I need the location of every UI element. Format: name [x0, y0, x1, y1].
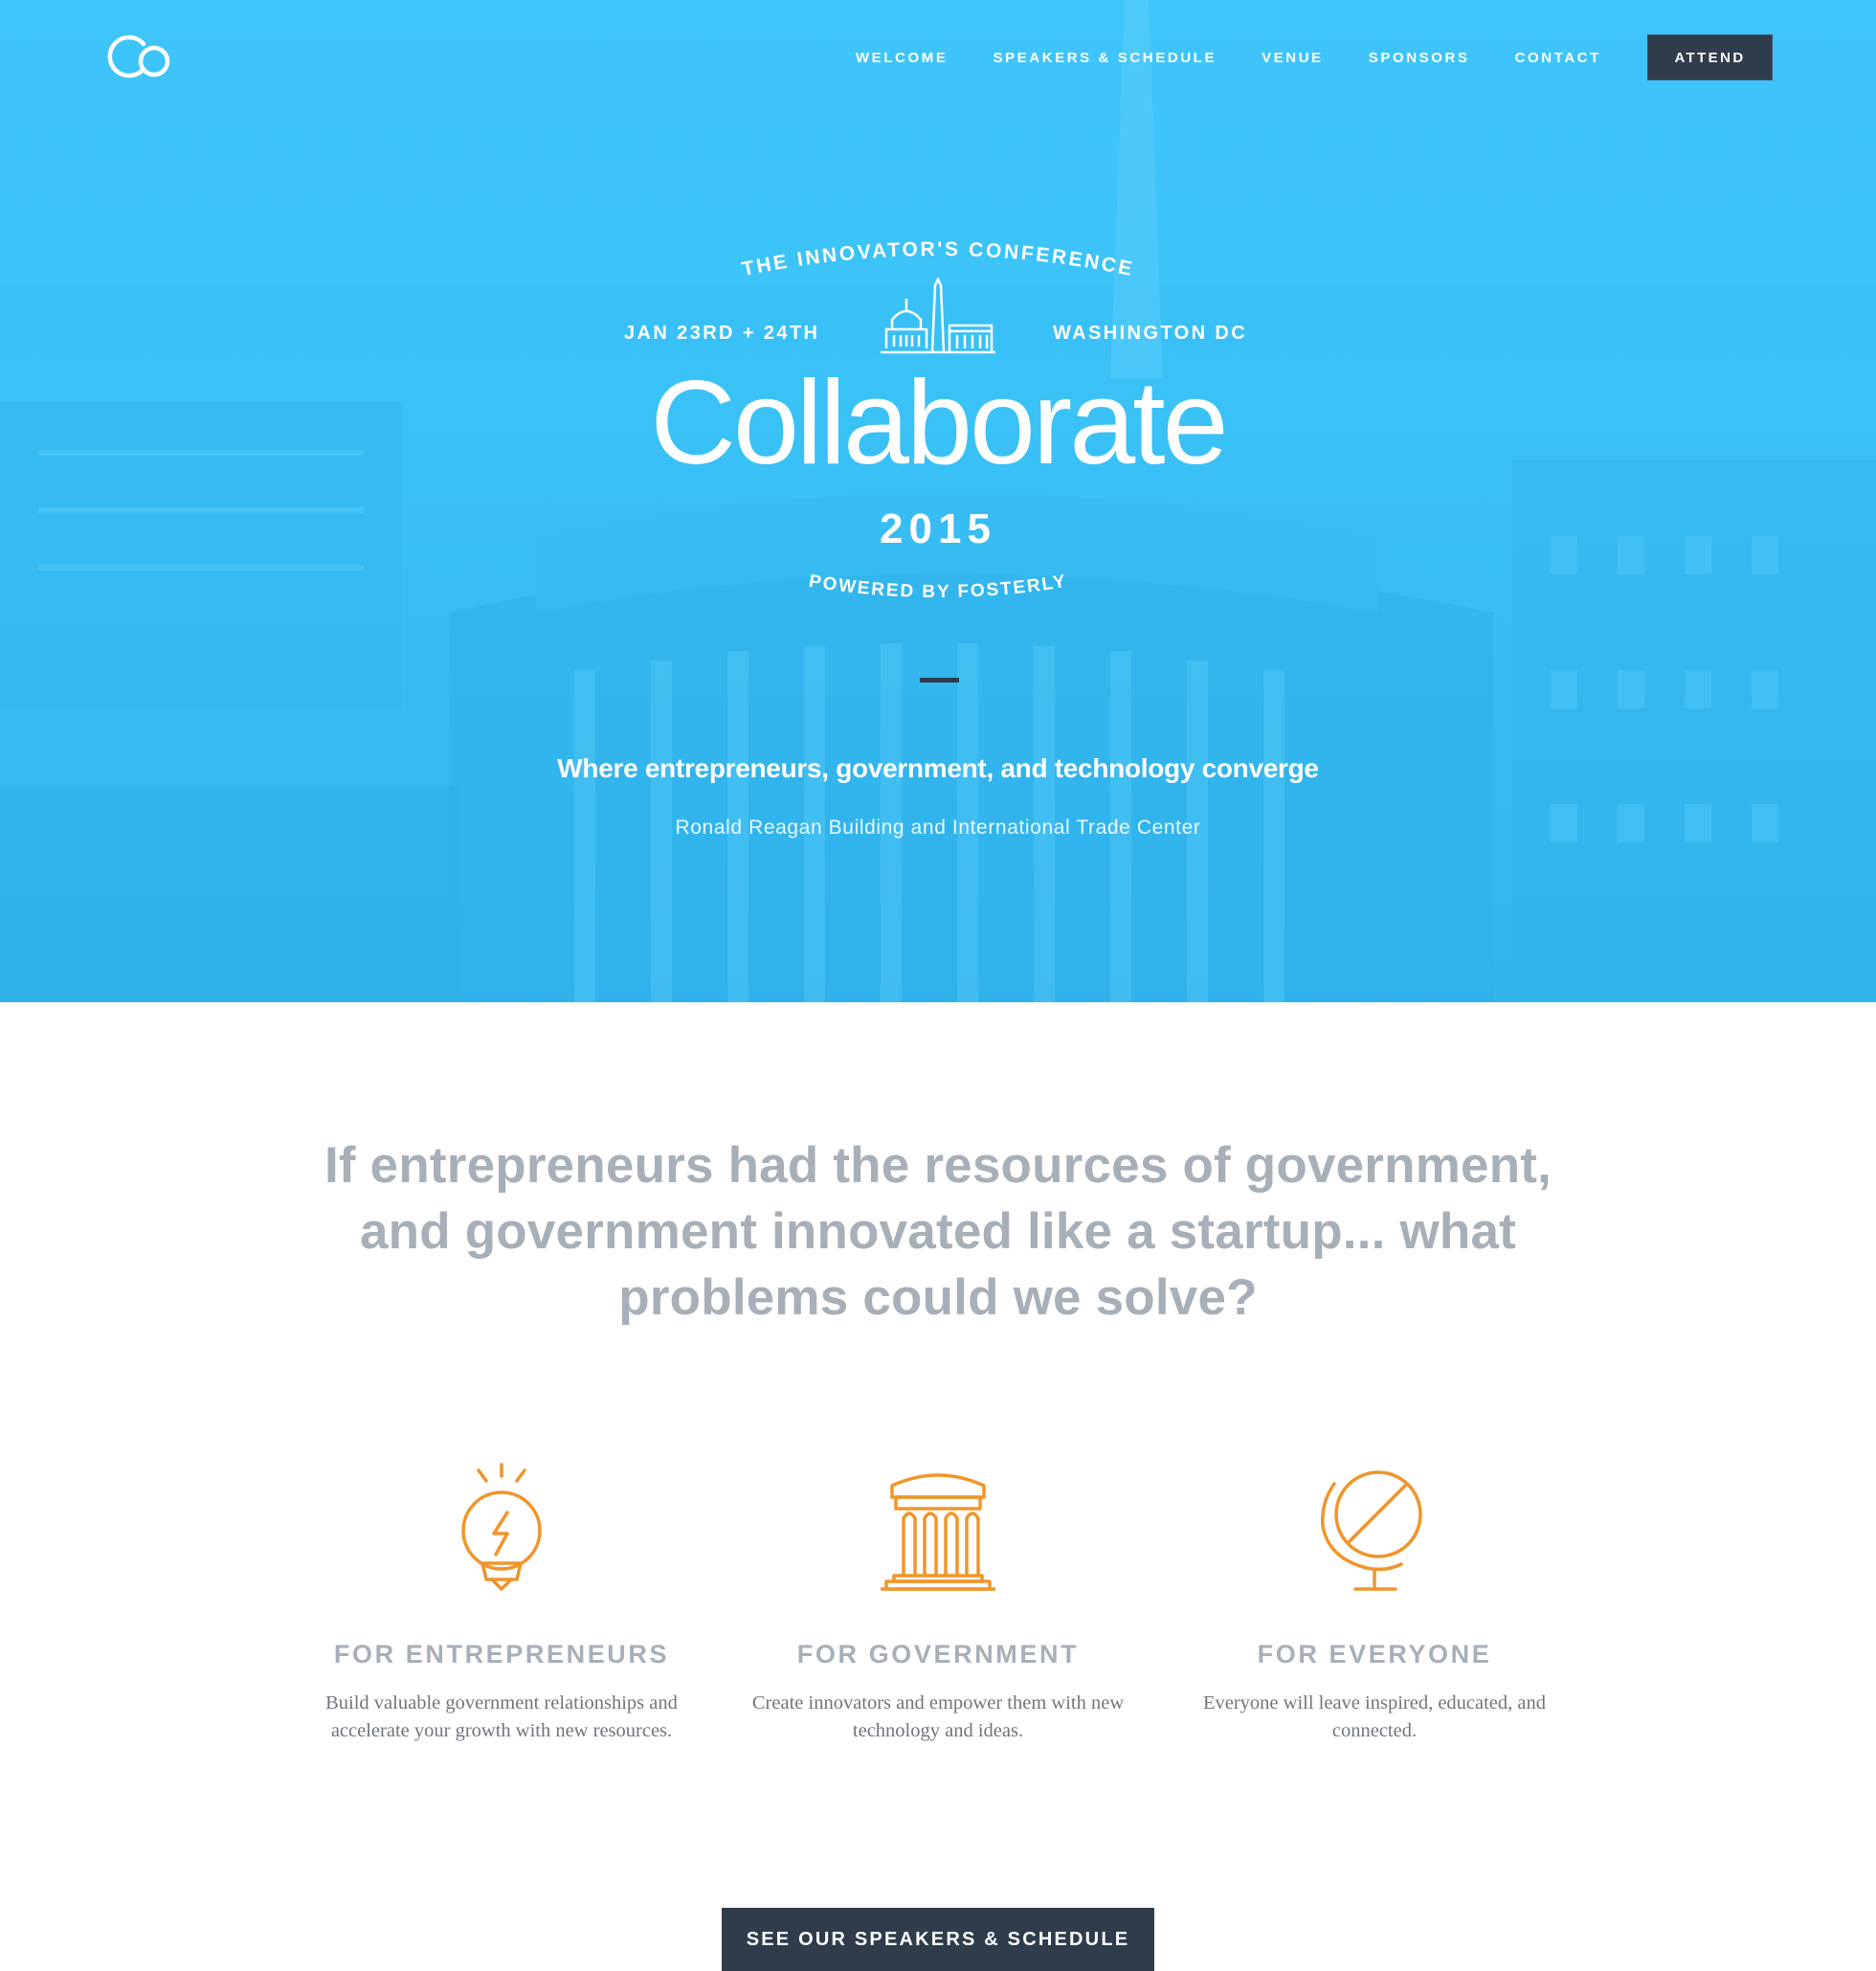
- feature-description: Build valuable government relationships …: [325, 1692, 678, 1741]
- attend-button[interactable]: ATTEND: [1647, 34, 1773, 80]
- powered-by-arc: POWERED BY FOSTERLY: [808, 571, 1069, 602]
- co-logo-icon[interactable]: [101, 33, 174, 80]
- globe-icon: [1321, 1470, 1422, 1591]
- lightbulb-icon: [461, 1463, 542, 1591]
- svg-text:THE INNOVATOR'S CONFERENCE: THE INNOVATOR'S CONFERENCE: [740, 238, 1136, 280]
- hero-divider: [920, 678, 959, 683]
- event-date: JAN 23RD + 24TH: [624, 323, 820, 344]
- hero-color-overlay: [0, 0, 1876, 1002]
- feature-description: Everyone will leave inspired, educated, …: [1202, 1692, 1547, 1741]
- feature-title: FOR GOVERNMENT: [796, 1640, 1080, 1669]
- nav-speakers-schedule[interactable]: SPEAKERS & SCHEDULE: [993, 50, 1217, 66]
- collaborate-title: Collaborate: [650, 357, 1228, 489]
- nav-venue[interactable]: VENUE: [1262, 50, 1324, 66]
- hero-section: WELCOME SPEAKERS & SCHEDULE VENUE SPONSO…: [0, 0, 1876, 1002]
- see-speakers-schedule-button[interactable]: SEE OUR SPEAKERS & SCHEDULE: [722, 1908, 1154, 1971]
- government-building-icon: [881, 1473, 995, 1591]
- feature-title: FOR EVERYONE: [1257, 1640, 1492, 1669]
- nav-welcome[interactable]: WELCOME: [856, 50, 949, 66]
- event-location: WASHINGTON DC: [1053, 323, 1248, 344]
- feature-title: FOR ENTREPRENEURS: [333, 1640, 670, 1669]
- venue-name: Ronald Reagan Building and International…: [675, 817, 1201, 839]
- intro-headline: If entrepreneurs had the resources of go…: [324, 1137, 1552, 1326]
- nav-sponsors[interactable]: SPONSORS: [1369, 50, 1470, 66]
- capitol-skyline-icon: [881, 277, 995, 354]
- feature-description: Create innovators and empower them with …: [751, 1692, 1125, 1741]
- nav-contact[interactable]: CONTACT: [1515, 50, 1601, 66]
- powered-by-text: POWERED BY FOSTERLY: [808, 571, 1067, 602]
- features-section: FOR ENTREPRENEURS Build valuable governm…: [0, 1455, 1876, 1781]
- event-year: 2015: [880, 505, 996, 552]
- conference-subtitle: THE INNOVATOR'S CONFERENCE: [740, 238, 1133, 280]
- main-nav: WELCOME SPEAKERS & SCHEDULE VENUE SPONSO…: [856, 34, 1773, 80]
- svg-text:POWERED BY FOSTERLY: POWERED BY FOSTERLY: [808, 571, 1069, 602]
- hero-tagline: Where entrepreneurs, government, and tec…: [557, 753, 1319, 783]
